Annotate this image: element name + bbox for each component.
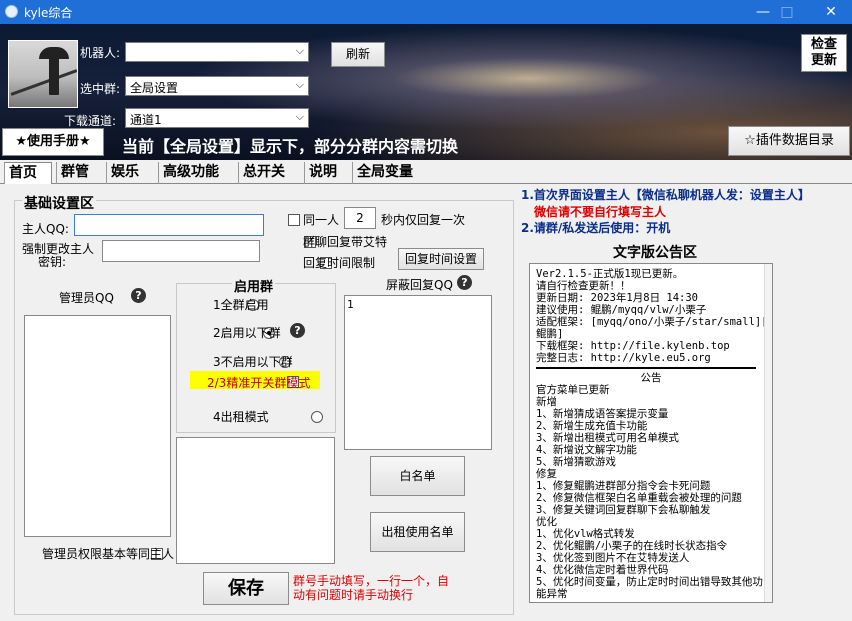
group-select-value: 全局设置 <box>130 81 179 95</box>
notice-line: 3、优化签到图片不在艾特发送人 <box>536 552 690 564</box>
maximize-button[interactable]: □ <box>764 0 810 24</box>
chevron-down-icon: ⌵ <box>295 110 304 123</box>
check-update-line1: 检查 <box>810 37 837 52</box>
notice-heading: 公告 <box>640 372 662 384</box>
radio-all-groups-label: 1全群启用 <box>213 298 269 312</box>
force-key-input[interactable] <box>102 240 260 262</box>
tab-global-vars[interactable]: 全局变量 <box>352 162 424 184</box>
basic-settings-title: 基础设置区 <box>22 193 96 213</box>
robot-select[interactable]: ⌵ <box>125 42 309 62</box>
admin-same-label: 管理员权限基本等同主人 <box>42 547 175 561</box>
whitelist-button[interactable]: 白名单 <box>370 456 465 496</box>
channel-select[interactable]: 通道1 ⌵ <box>125 108 309 128</box>
status-message: 当前【全局设置】显示下，部分分群内容需切换 <box>122 137 459 156</box>
same-person-seconds-input[interactable]: 2 <box>344 207 376 229</box>
precise-mode-label: 2/3精准开关群模式 <box>207 376 311 390</box>
channel-select-value: 通道1 <box>130 113 162 127</box>
block-reply-list[interactable]: 1 <box>344 295 492 450</box>
plugin-data-dir-button[interactable]: ☆插件数据目录 <box>728 126 850 156</box>
notice-title: 文字版公告区 <box>613 245 697 261</box>
note-wechat: 微信请不要自行填写主人 <box>534 205 667 219</box>
tab-advanced[interactable]: 高级功能 <box>158 162 232 184</box>
hint-text: 群号手动填写，一行一个，自动有问题时请手动换行 <box>293 574 450 602</box>
save-button[interactable]: 保存 <box>203 572 289 605</box>
notice-scrollbar[interactable] <box>764 264 772 602</box>
notice-line: 5、新增猜歌游戏 <box>536 456 616 468</box>
notice-line: 完整日志: http://kyle.eu5.org <box>536 352 711 364</box>
app-icon <box>5 5 18 18</box>
notice-line: 请自行检查更新！！ <box>536 280 631 292</box>
radio-rent-mode-label: 4出租模式 <box>213 410 269 424</box>
notice-line: 能异常 <box>536 588 568 600</box>
tab-entertainment[interactable]: 娱乐 <box>106 162 150 184</box>
block-reply-value: 1 <box>347 298 354 311</box>
same-person-label: 同一人 <box>303 213 340 227</box>
same-person-checkbox[interactable] <box>288 213 300 226</box>
block-reply-label: 屏蔽回复QQ <box>386 278 453 292</box>
radio-enable-below-label: 2启用以下群 <box>213 326 281 340</box>
notice-line: 3、新增出租模式可用名单模式 <box>536 432 679 444</box>
rent-list-button[interactable]: 出租使用名单 <box>370 512 465 552</box>
notice-line: 4、优化微信定时着世界代码 <box>536 564 669 576</box>
notice-line: 2、优化鲲鹏/小栗子的在线时长状态指令 <box>536 540 728 552</box>
notice-line: 适配框架: [myqq/ono/小栗子/star/small][vlw/ <box>536 316 773 328</box>
notice-line: 更新日期: 2023年1月8日 14:30 <box>536 292 699 304</box>
check-update-line2: 更新 <box>810 53 837 68</box>
avatar <box>8 40 78 108</box>
notice-line: 新增 <box>536 396 557 408</box>
group-reply-label: 群聊回复带艾特 <box>303 235 388 249</box>
same-person-suffix: 秒内仅回复一次 <box>381 213 466 227</box>
notice-line: 2、修复微信框架白名单重载会被处理的问题 <box>536 492 742 504</box>
manual-button[interactable]: ★使用手册★ <box>2 128 104 156</box>
tab-help[interactable]: 说明 <box>304 162 346 184</box>
notice-line: 1、新增猜成语答案提示变量 <box>536 408 669 420</box>
admin-qq-list[interactable] <box>24 315 171 537</box>
help-icon[interactable]: ? <box>131 288 146 303</box>
radio-disable-below-label: 3不启用以下群 <box>213 355 293 369</box>
chevron-down-icon: ⌵ <box>295 78 304 91</box>
notice-divider <box>536 367 756 369</box>
notice-line: 5、优化时间变量，防止定时时间出错导致其他功 <box>536 576 763 588</box>
notice-line: 3、修复关键词回复群聊下会私聊触发 <box>536 504 711 516</box>
window-title: kyle综合 <box>24 6 73 20</box>
notice-line: 下载框架: http://file.kylenb.top <box>536 340 730 352</box>
robot-label: 机器人: <box>80 46 121 60</box>
enable-group-title: 启用群 <box>232 276 276 295</box>
owner-qq-label: 主人QQ: <box>22 222 69 236</box>
channel-label: 下载通道: <box>64 114 117 128</box>
time-limit-label: 回复时间限制 <box>303 256 376 270</box>
refresh-button[interactable]: 刷新 <box>331 42 385 67</box>
time-setting-button[interactable]: 回复时间设置 <box>398 248 484 270</box>
admin-qq-label: 管理员QQ <box>59 291 114 305</box>
notice-line: 优化 <box>536 516 557 528</box>
tab-bar: 首页 群管 娱乐 高级功能 总开关 说明 全局变量 <box>0 162 852 184</box>
notice-line: 4、新增说文解字功能 <box>536 444 637 456</box>
group-list[interactable] <box>176 437 335 564</box>
check-update-button[interactable]: 检查 更新 <box>801 34 847 72</box>
help-icon[interactable]: ? <box>457 275 472 290</box>
notice-textarea[interactable]: Ver2.1.5-正式版1现已更新。 请自行检查更新！！ 更新日期: 2023年… <box>529 263 773 603</box>
group-select[interactable]: 全局设置 ⌵ <box>125 76 309 96</box>
group-label: 选中群: <box>80 82 121 96</box>
radio-rent-mode[interactable] <box>310 410 323 423</box>
notice-line: 2、新增生成充值卡功能 <box>536 420 648 432</box>
notice-line: 鲲鹏] <box>536 328 564 340</box>
notice-line: 1、修复鲲鹏进群部分指令会卡死问题 <box>536 480 711 492</box>
notice-line: 官方菜单已更新 <box>536 384 610 396</box>
owner-qq-input[interactable] <box>74 214 264 236</box>
tab-master-switch[interactable]: 总开关 <box>238 162 298 184</box>
notice-line: 建议使用: 鲲鹏/myqq/vlw/小栗子 <box>536 304 707 316</box>
note-set-owner: 1.首次界面设置主人【微信私聊机器人发：设置主人】 <box>521 188 810 202</box>
tab-home[interactable]: 首页 <box>4 162 52 184</box>
title-bar: kyle综合 — □ ✕ <box>0 0 852 24</box>
help-icon[interactable]: ? <box>290 323 305 338</box>
note-startup: 2.请群/私发送后使用：开机 <box>521 221 671 235</box>
tab-group-manage[interactable]: 群管 <box>56 162 102 184</box>
notice-line: 修复 <box>536 468 557 480</box>
notice-line: Ver2.1.5-正式版1现已更新。 <box>536 268 684 280</box>
force-key-label: 密钥: <box>38 255 67 269</box>
notice-line: 1、优化vlw格式转发 <box>536 528 635 540</box>
close-button[interactable]: ✕ <box>808 0 852 24</box>
chevron-down-icon: ⌵ <box>295 44 304 57</box>
